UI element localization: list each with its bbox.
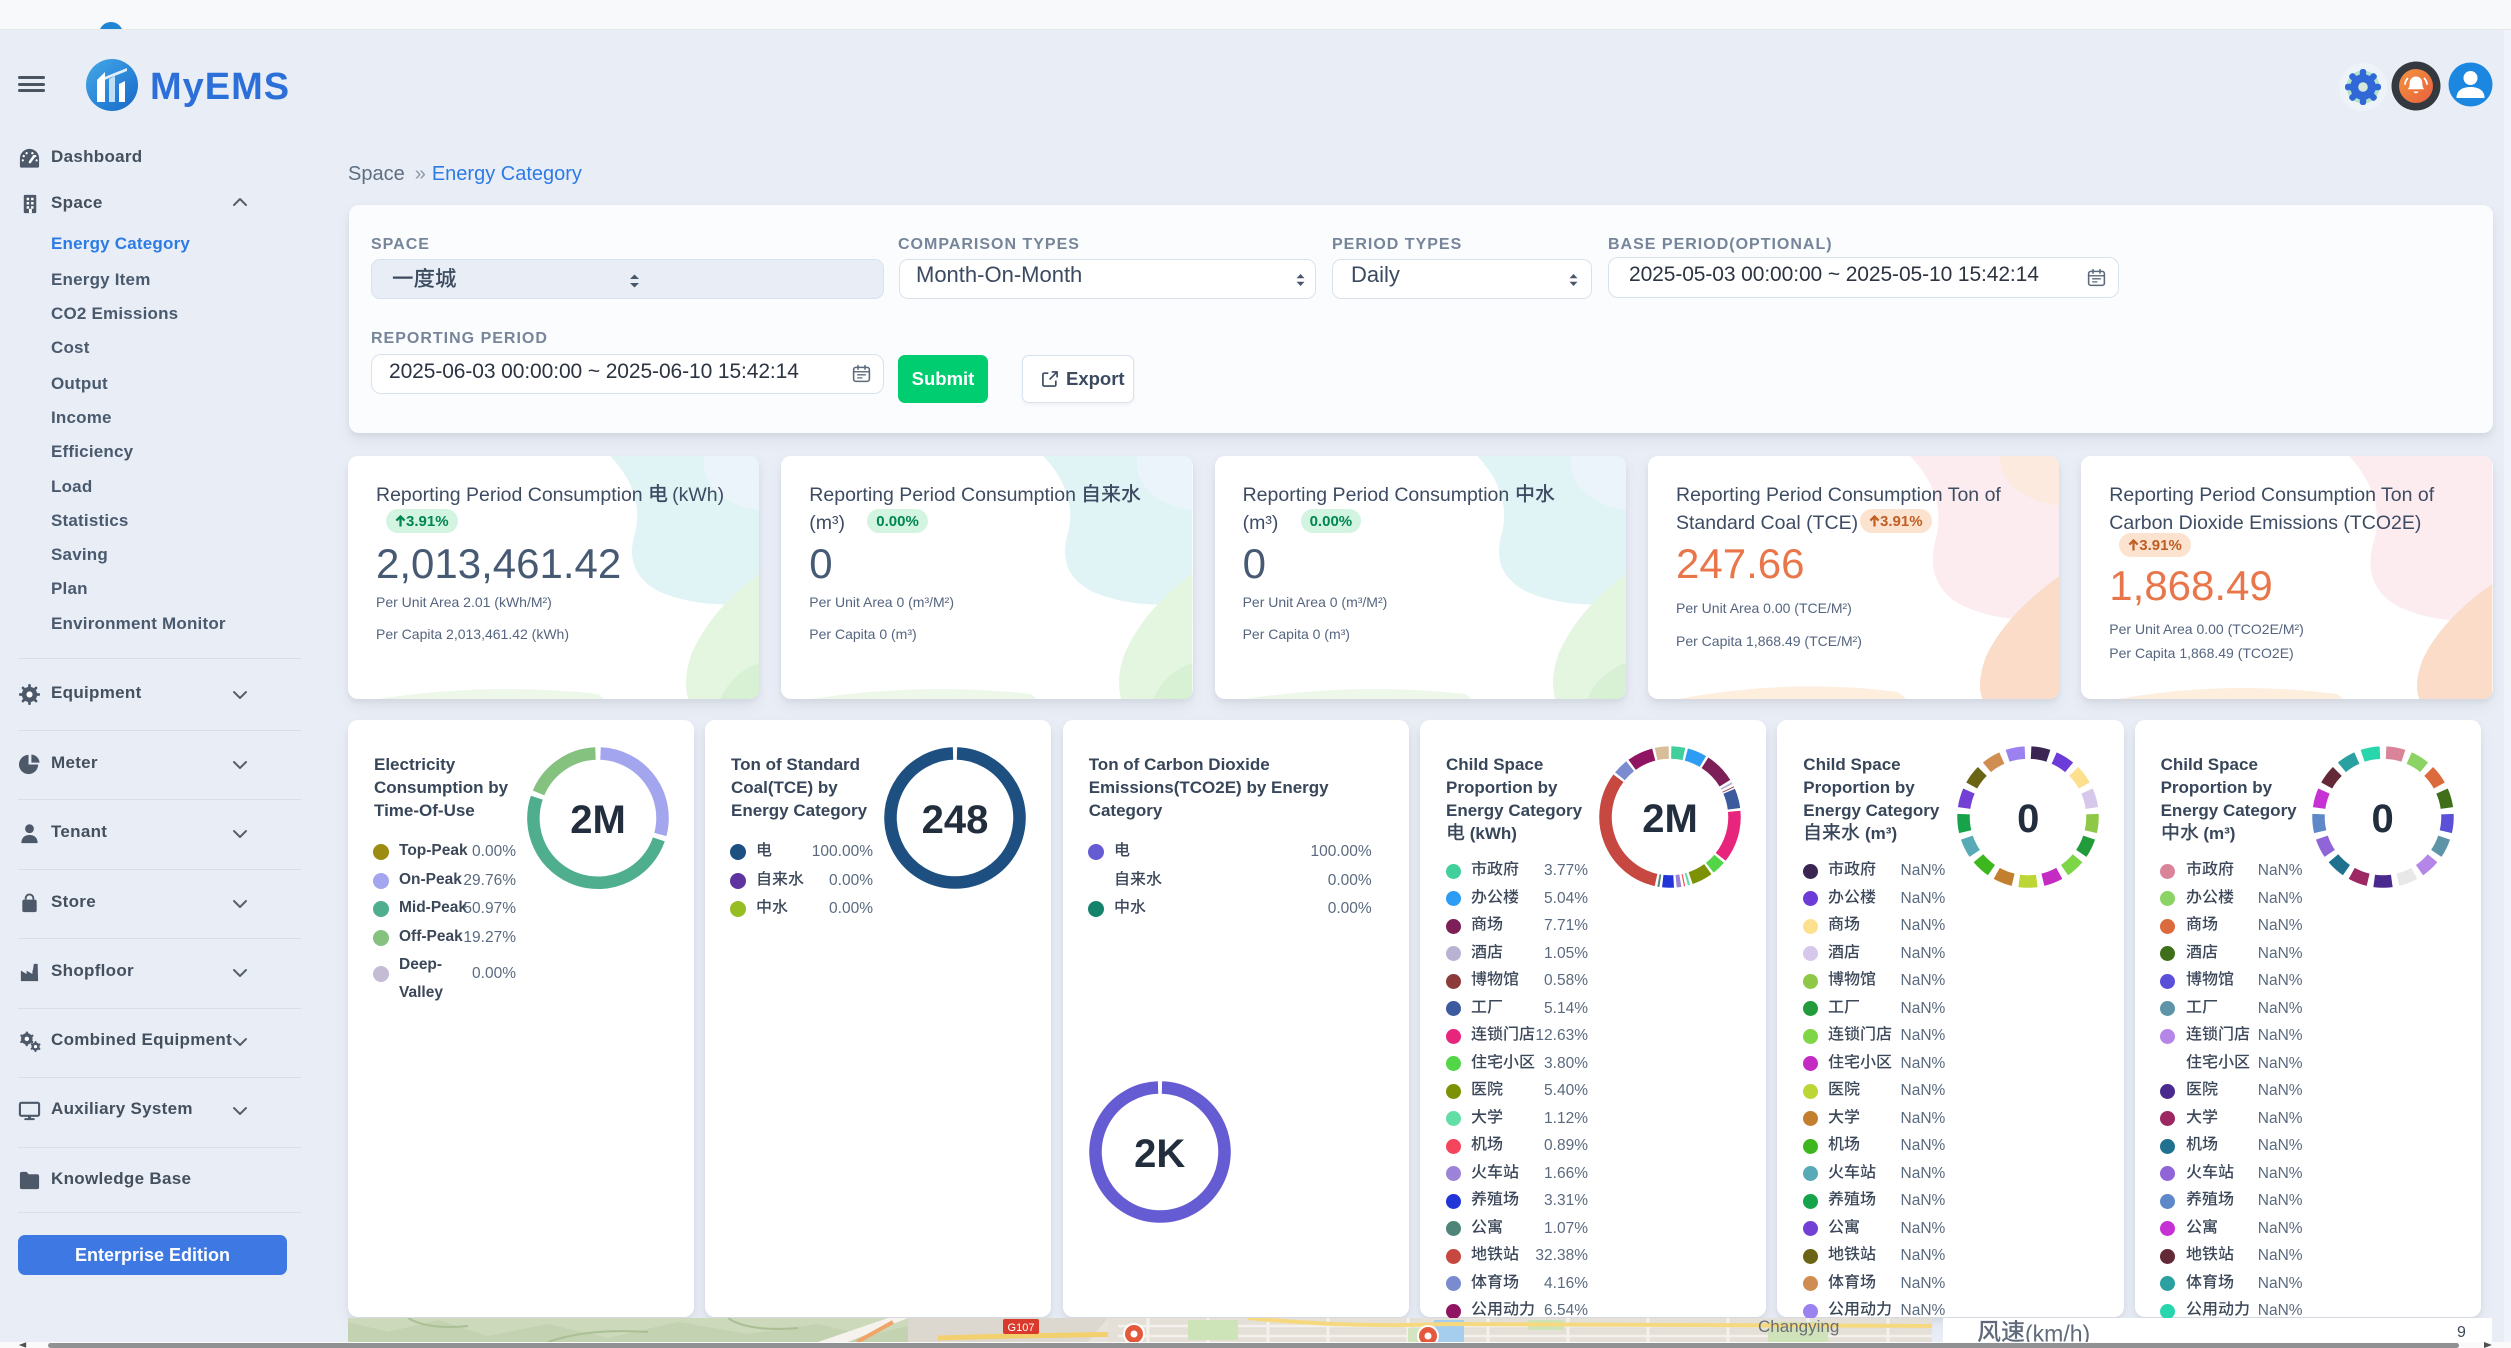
svg-text:Changying: Changying: [1758, 1318, 1839, 1336]
svg-text:G107: G107: [1008, 1322, 1035, 1334]
